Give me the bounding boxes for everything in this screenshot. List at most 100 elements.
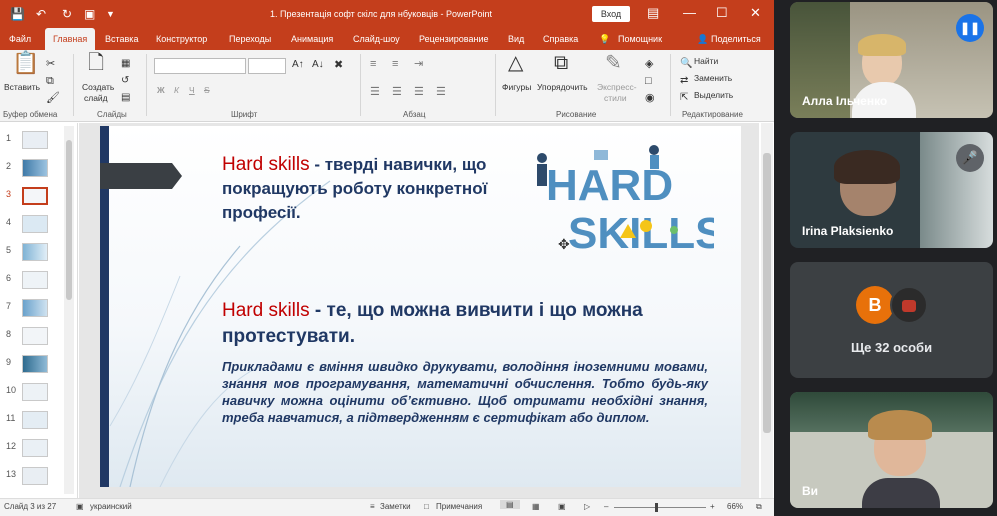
bold-button[interactable]: Ж [157, 85, 165, 96]
thumbnail-slide-1[interactable]: 1 [0, 129, 64, 156]
clear-format-icon[interactable]: ✖ [334, 56, 343, 74]
zoom-out-icon[interactable]: – [604, 502, 608, 511]
undo-icon[interactable]: ↶ [36, 7, 46, 21]
tab-view[interactable]: Вид [508, 28, 524, 50]
indent-icon[interactable]: ⇥ [414, 55, 423, 73]
thumbnail-slide-9[interactable]: 9 [0, 353, 64, 380]
close-icon[interactable]: ✕ [750, 5, 761, 21]
new-slide-button-line1[interactable]: Создать [82, 82, 114, 93]
scrollbar-thumb[interactable] [763, 153, 771, 433]
thumbnail-slide-10[interactable]: 10 [0, 381, 64, 408]
thumbnail-slide-7[interactable]: 7 [0, 297, 64, 324]
minimize-icon[interactable]: — [683, 5, 696, 20]
shape-fill-icon[interactable]: ◈ [645, 55, 653, 73]
select-button[interactable]: Выделить [694, 90, 733, 101]
italic-button[interactable]: К [174, 85, 179, 96]
quick-styles-line1[interactable]: Экспресс- [597, 82, 637, 93]
grow-font-icon[interactable]: A↑ [292, 56, 304, 74]
numbering-icon[interactable]: ≡ [392, 55, 398, 73]
ribbon-display-icon[interactable]: ▤ [647, 5, 659, 21]
reset-icon[interactable]: ↺ [121, 72, 129, 90]
participant-tile[interactable]: 🎤 Irina Plaksienko [790, 132, 993, 248]
reading-view-icon[interactable]: ▣ [558, 502, 566, 511]
cut-icon[interactable]: ✂ [46, 55, 55, 73]
align-right-icon[interactable]: ☰ [414, 83, 424, 101]
normal-view-icon[interactable]: ▤ [500, 500, 520, 509]
copy-icon[interactable]: ⧉ [46, 72, 54, 90]
others-tile[interactable]: В Ще 32 особи [790, 262, 993, 378]
share-button[interactable]: Поделиться [711, 28, 761, 50]
tab-file[interactable]: Файл [9, 28, 31, 50]
justify-icon[interactable]: ☰ [436, 83, 446, 101]
font-size-select[interactable] [248, 58, 286, 74]
zoom-in-icon[interactable]: + [710, 502, 715, 511]
maximize-icon[interactable]: ☐ [716, 5, 728, 21]
find-button[interactable]: Найти [694, 56, 718, 67]
thumbnail-slide-2[interactable]: 2 [0, 157, 64, 184]
fit-slide-icon[interactable]: ⧉ [756, 502, 762, 512]
notes-icon[interactable]: ≡ [370, 502, 375, 511]
tab-slideshow[interactable]: Слайд-шоу [353, 28, 400, 50]
align-left-icon[interactable]: ☰ [370, 83, 380, 101]
slide[interactable]: Hard skills - тверді навички, що покращу… [100, 126, 741, 487]
zoom-level[interactable]: 66% [727, 502, 743, 511]
participant-tile[interactable]: ❚❚ Алла Ільченко [790, 2, 993, 118]
slide-scrollbar[interactable] [761, 123, 773, 498]
select-icon[interactable]: ⇱ [680, 89, 688, 107]
language-indicator[interactable]: украинский [90, 502, 132, 511]
paste-button[interactable]: Вставить [4, 82, 40, 93]
paste-icon[interactable]: 📋 [12, 52, 39, 74]
comments-button[interactable]: Примечания [436, 502, 482, 511]
align-center-icon[interactable]: ☰ [392, 83, 402, 101]
signin-button[interactable]: Вход [592, 6, 630, 22]
format-painter-icon[interactable]: 🖌 [46, 89, 60, 107]
thumbnail-slide-12[interactable]: 12 [0, 437, 64, 464]
shapes-button[interactable]: Фигуры [502, 82, 531, 93]
thumbnail-slide-6[interactable]: 6 [0, 269, 64, 296]
strikethrough-button[interactable]: S [204, 85, 210, 96]
thumbnail-slide-3[interactable]: 3 [0, 185, 64, 212]
find-icon[interactable]: 🔍 [680, 55, 692, 73]
new-slide-icon[interactable]: 🗋 [88, 53, 104, 73]
tab-home[interactable]: Главная [45, 28, 96, 50]
self-tile[interactable]: Ви [790, 392, 993, 508]
quick-styles-line2[interactable]: стили [604, 93, 627, 104]
comments-icon[interactable]: □ [424, 502, 429, 511]
save-icon[interactable]: 💾 [10, 7, 25, 21]
thumbnail-slide-4[interactable]: 4 [0, 213, 64, 240]
section-icon[interactable]: ▤ [121, 89, 130, 107]
thumbnail-slide-5[interactable]: 5 [0, 241, 64, 268]
notes-button[interactable]: Заметки [380, 502, 411, 511]
slideshow-icon[interactable]: ▷ [584, 502, 590, 511]
zoom-slider-thumb[interactable] [655, 503, 658, 512]
underline-button[interactable]: Ч [189, 85, 195, 96]
quick-styles-icon[interactable]: ✎ [605, 53, 622, 73]
zoom-slider[interactable] [614, 507, 706, 508]
spellcheck-icon[interactable]: ▣ [76, 502, 84, 511]
replace-icon[interactable]: ⇄ [680, 72, 688, 90]
slide-sorter-icon[interactable]: ▦ [532, 502, 540, 511]
bullets-icon[interactable]: ≡ [370, 55, 376, 73]
tab-design[interactable]: Конструктор [156, 28, 207, 50]
thumbnail-slide-8[interactable]: 8 [0, 325, 64, 352]
tab-animations[interactable]: Анимация [291, 28, 333, 50]
arrange-icon[interactable]: ⧉ [554, 53, 568, 73]
new-slide-button-line2[interactable]: слайд [84, 93, 108, 104]
layout-icon[interactable]: ▦ [121, 55, 130, 73]
shape-outline-icon[interactable]: □ [645, 72, 652, 90]
thumbnail-slide-11[interactable]: 11 [0, 409, 64, 436]
shapes-icon[interactable]: △ [508, 53, 523, 73]
thumbnails-scrollbar[interactable] [64, 126, 74, 494]
tab-tell-me[interactable]: Помощник [618, 28, 662, 50]
redo-icon[interactable]: ↻ [62, 7, 72, 21]
shape-effects-icon[interactable]: ◉ [645, 89, 655, 107]
quick-access-dropdown-icon[interactable]: ▼ [106, 7, 115, 21]
tab-help[interactable]: Справка [543, 28, 578, 50]
tab-transitions[interactable]: Переходы [229, 28, 271, 50]
replace-button[interactable]: Заменить [694, 73, 732, 84]
scrollbar-thumb[interactable] [66, 140, 72, 300]
font-family-select[interactable] [154, 58, 246, 74]
shrink-font-icon[interactable]: A↓ [312, 56, 324, 74]
arrange-button[interactable]: Упорядочить [537, 82, 588, 93]
thumbnail-slide-13[interactable]: 13 [0, 465, 64, 492]
